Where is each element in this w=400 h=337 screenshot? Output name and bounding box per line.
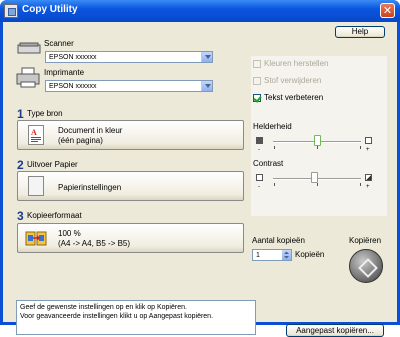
brightness-minus: - bbox=[258, 147, 260, 153]
contrast-slider-thumb[interactable] bbox=[311, 172, 318, 183]
source-type-title: Type bron bbox=[27, 109, 63, 118]
spinner-arrows-icon[interactable] bbox=[282, 250, 291, 260]
contrast-tick bbox=[317, 183, 318, 186]
copies-spinner[interactable]: 1 bbox=[252, 249, 292, 261]
window-title: Copy Utility bbox=[22, 4, 78, 15]
copy-start-button[interactable] bbox=[349, 249, 383, 283]
section-1-number: 1 bbox=[17, 107, 24, 121]
brightness-slider-thumb[interactable] bbox=[314, 135, 321, 146]
help-button[interactable]: Help bbox=[335, 26, 385, 38]
section-2-number: 2 bbox=[17, 158, 24, 172]
scanner-value: EPSON xxxxxx bbox=[49, 54, 97, 61]
output-paper-title: Uitvoer Papier bbox=[27, 160, 78, 169]
source-type-line1: Document in kleur bbox=[58, 126, 123, 135]
brightness-tick bbox=[274, 146, 275, 149]
copy-utility-window: Copy Utility ✕ Help Scanner EPSON xxxxxx bbox=[0, 0, 400, 337]
remove-dust-label: Stof verwijderen bbox=[264, 76, 322, 85]
client-area: Help Scanner EPSON xxxxxx Imprimante EPS… bbox=[3, 22, 397, 337]
brightness-tick bbox=[317, 146, 318, 149]
brightness-label: Helderheid bbox=[253, 122, 292, 131]
close-icon: ✕ bbox=[382, 4, 393, 17]
printer-icon bbox=[16, 67, 40, 89]
title-bar: Copy Utility ✕ bbox=[0, 0, 400, 22]
app-icon bbox=[4, 4, 18, 18]
instruction-line-1: Geef de gewenste instellingen op en klik… bbox=[20, 304, 187, 311]
printer-value: EPSON xxxxxx bbox=[49, 83, 97, 90]
printer-select[interactable]: EPSON xxxxxx bbox=[45, 80, 213, 92]
instruction-line-2: Voor geavanceerde instellingen klikt u o… bbox=[20, 313, 214, 320]
custom-copy-button[interactable]: Aangepast kopiëren... bbox=[286, 324, 384, 337]
source-type-line2: (één pagina) bbox=[58, 136, 103, 145]
printer-label: Imprimante bbox=[44, 68, 85, 77]
instruction-message: Geef de gewenste instellingen op en klik… bbox=[16, 300, 256, 335]
copy-size-percent: 100 % bbox=[58, 229, 81, 238]
copies-label: Aantal kopieën bbox=[252, 236, 305, 245]
brightness-light-icon bbox=[365, 137, 372, 144]
brightness-plus: + bbox=[366, 147, 370, 153]
scanner-icon bbox=[17, 42, 41, 54]
paper-settings-label: Papierinstellingen bbox=[58, 183, 122, 192]
contrast-tick bbox=[360, 183, 361, 186]
contrast-low-icon bbox=[256, 174, 263, 181]
copy-size-button[interactable]: 100 % (A4 -> A4, B5 -> B5) bbox=[17, 223, 244, 253]
chevron-down-icon[interactable] bbox=[201, 81, 212, 91]
source-type-button[interactable]: A Document in kleur (één pagina) bbox=[17, 120, 244, 150]
resize-icon bbox=[25, 229, 47, 249]
contrast-tick bbox=[274, 183, 275, 186]
restore-colors-checkbox[interactable] bbox=[253, 60, 261, 68]
svg-text:A: A bbox=[31, 128, 37, 137]
copy-size-mapping: (A4 -> A4, B5 -> B5) bbox=[58, 239, 131, 248]
chevron-down-icon[interactable] bbox=[201, 52, 212, 62]
contrast-high-icon bbox=[365, 174, 372, 181]
scanner-label: Scanner bbox=[44, 39, 74, 48]
brightness-dark-icon bbox=[256, 137, 263, 144]
enhance-text-label: Tekst verbeteren bbox=[264, 93, 324, 102]
copies-value: 1 bbox=[256, 252, 260, 259]
brightness-tick bbox=[360, 146, 361, 149]
restore-colors-label: Kleuren herstellen bbox=[264, 59, 329, 68]
contrast-minus: - bbox=[258, 184, 260, 190]
enhance-text-checkbox[interactable] bbox=[253, 94, 261, 102]
contrast-label: Contrast bbox=[253, 159, 284, 168]
blank-paper-icon bbox=[28, 176, 44, 196]
section-3-number: 3 bbox=[17, 209, 24, 223]
paper-settings-button[interactable]: Papierinstellingen bbox=[17, 171, 244, 201]
scanner-select[interactable]: EPSON xxxxxx bbox=[45, 51, 213, 63]
contrast-plus: + bbox=[366, 184, 370, 190]
remove-dust-checkbox[interactable] bbox=[253, 77, 261, 85]
copy-action-label: Kopiëren bbox=[349, 236, 382, 245]
copies-unit: Kopieën bbox=[295, 250, 325, 259]
close-button[interactable]: ✕ bbox=[380, 3, 395, 18]
color-document-icon: A bbox=[28, 125, 44, 145]
copy-size-title: Kopieerformaat bbox=[27, 211, 82, 220]
